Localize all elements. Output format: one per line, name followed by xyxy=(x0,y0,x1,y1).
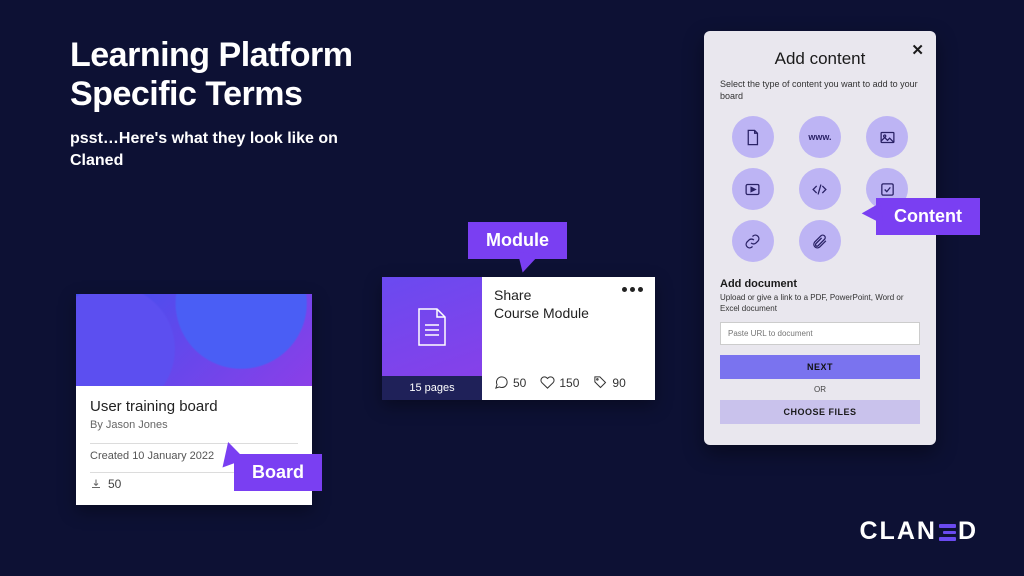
document-url-input[interactable] xyxy=(720,322,920,345)
board-hero-image xyxy=(76,294,312,386)
add-document-description: Upload or give a link to a PDF, PowerPoi… xyxy=(720,293,920,314)
board-author: By Jason Jones xyxy=(90,419,298,431)
comment-icon xyxy=(494,375,509,390)
paperclip-icon xyxy=(811,233,828,250)
page-subtitle: psst…Here's what they look like on Clane… xyxy=(70,128,390,171)
content-type-link[interactable] xyxy=(732,220,774,262)
image-icon xyxy=(879,129,896,146)
brand-e-icon xyxy=(939,524,956,541)
next-button[interactable]: NEXT xyxy=(720,355,920,379)
module-page-count: 15 pages xyxy=(382,376,482,400)
close-icon[interactable]: ✕ xyxy=(911,41,924,59)
modal-description: Select the type of content you want to a… xyxy=(720,79,920,102)
content-type-attachment[interactable] xyxy=(799,220,841,262)
module-card[interactable]: 15 pages Share Course Module 50 150 90 xyxy=(382,277,655,400)
download-icon xyxy=(90,478,102,490)
check-icon xyxy=(879,181,896,198)
content-type-image[interactable] xyxy=(866,116,908,158)
modal-title: Add content xyxy=(720,49,920,69)
add-content-modal: ✕ Add content Select the type of content… xyxy=(704,31,936,445)
divider xyxy=(90,443,298,444)
or-divider: OR xyxy=(720,385,920,394)
content-type-www[interactable]: www. xyxy=(799,116,841,158)
download-count: 50 xyxy=(108,477,121,491)
content-type-video[interactable] xyxy=(732,168,774,210)
brand-logo: CLAN D xyxy=(860,517,979,546)
tags-stat: 90 xyxy=(593,375,625,390)
comments-stat: 50 xyxy=(494,375,526,390)
add-document-heading: Add document xyxy=(720,278,920,290)
module-title: Share Course Module xyxy=(494,287,589,322)
callout-board: Board xyxy=(234,454,322,491)
content-type-document[interactable] xyxy=(732,116,774,158)
board-title: User training board xyxy=(90,398,298,415)
code-icon xyxy=(811,181,828,198)
callout-content: Content xyxy=(876,198,980,235)
link-icon xyxy=(744,233,761,250)
likes-stat: 150 xyxy=(540,375,579,390)
more-menu-icon[interactable] xyxy=(622,287,643,292)
tag-icon xyxy=(593,375,608,390)
document-icon xyxy=(415,307,449,347)
file-icon xyxy=(744,129,761,146)
content-type-embed[interactable] xyxy=(799,168,841,210)
page-title: Learning Platform Specific Terms xyxy=(70,36,352,114)
callout-module: Module xyxy=(468,222,567,259)
choose-files-button[interactable]: CHOOSE FILES xyxy=(720,400,920,424)
heart-icon xyxy=(540,375,555,390)
play-icon xyxy=(744,181,761,198)
